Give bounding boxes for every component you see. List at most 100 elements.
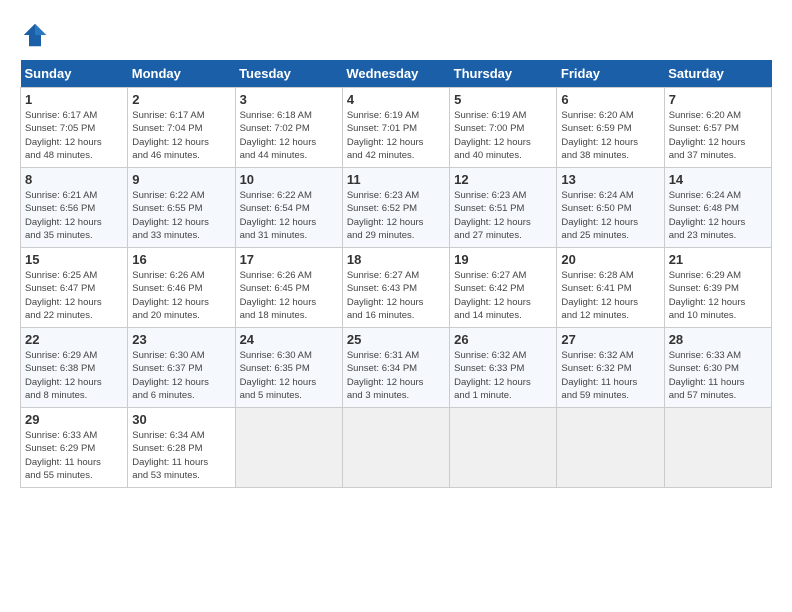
- day-number: 4: [347, 92, 445, 107]
- weekday-header-monday: Monday: [128, 60, 235, 88]
- calendar-cell: [235, 408, 342, 488]
- day-number: 3: [240, 92, 338, 107]
- day-info: Sunrise: 6:33 AM Sunset: 6:30 PM Dayligh…: [669, 349, 767, 402]
- day-info: Sunrise: 6:26 AM Sunset: 6:45 PM Dayligh…: [240, 269, 338, 322]
- day-info: Sunrise: 6:24 AM Sunset: 6:48 PM Dayligh…: [669, 189, 767, 242]
- calendar-cell: 1 Sunrise: 6:17 AM Sunset: 7:05 PM Daylig…: [21, 88, 128, 168]
- calendar-cell: 14 Sunrise: 6:24 AM Sunset: 6:48 PM Dayli…: [664, 168, 771, 248]
- day-number: 16: [132, 252, 230, 267]
- day-number: 21: [669, 252, 767, 267]
- calendar-cell: 17 Sunrise: 6:26 AM Sunset: 6:45 PM Dayli…: [235, 248, 342, 328]
- calendar-cell: 29 Sunrise: 6:33 AM Sunset: 6:29 PM Dayli…: [21, 408, 128, 488]
- calendar-cell: 18 Sunrise: 6:27 AM Sunset: 6:43 PM Dayli…: [342, 248, 449, 328]
- day-number: 22: [25, 332, 123, 347]
- calendar-week-3: 15 Sunrise: 6:25 AM Sunset: 6:47 PM Dayli…: [21, 248, 772, 328]
- day-info: Sunrise: 6:20 AM Sunset: 6:57 PM Dayligh…: [669, 109, 767, 162]
- day-info: Sunrise: 6:28 AM Sunset: 6:41 PM Dayligh…: [561, 269, 659, 322]
- day-number: 8: [25, 172, 123, 187]
- day-info: Sunrise: 6:19 AM Sunset: 7:01 PM Dayligh…: [347, 109, 445, 162]
- calendar-cell: 12 Sunrise: 6:23 AM Sunset: 6:51 PM Dayli…: [450, 168, 557, 248]
- calendar-cell: 26 Sunrise: 6:32 AM Sunset: 6:33 PM Dayli…: [450, 328, 557, 408]
- calendar-cell: 23 Sunrise: 6:30 AM Sunset: 6:37 PM Dayli…: [128, 328, 235, 408]
- day-info: Sunrise: 6:32 AM Sunset: 6:33 PM Dayligh…: [454, 349, 552, 402]
- day-number: 25: [347, 332, 445, 347]
- weekday-header-sunday: Sunday: [21, 60, 128, 88]
- day-info: Sunrise: 6:23 AM Sunset: 6:51 PM Dayligh…: [454, 189, 552, 242]
- day-info: Sunrise: 6:24 AM Sunset: 6:50 PM Dayligh…: [561, 189, 659, 242]
- calendar-cell: 27 Sunrise: 6:32 AM Sunset: 6:32 PM Dayli…: [557, 328, 664, 408]
- calendar-cell: [664, 408, 771, 488]
- day-info: Sunrise: 6:29 AM Sunset: 6:38 PM Dayligh…: [25, 349, 123, 402]
- day-number: 13: [561, 172, 659, 187]
- calendar-cell: [342, 408, 449, 488]
- calendar-cell: 24 Sunrise: 6:30 AM Sunset: 6:35 PM Dayli…: [235, 328, 342, 408]
- day-info: Sunrise: 6:18 AM Sunset: 7:02 PM Dayligh…: [240, 109, 338, 162]
- day-info: Sunrise: 6:23 AM Sunset: 6:52 PM Dayligh…: [347, 189, 445, 242]
- day-info: Sunrise: 6:31 AM Sunset: 6:34 PM Dayligh…: [347, 349, 445, 402]
- day-number: 1: [25, 92, 123, 107]
- day-info: Sunrise: 6:30 AM Sunset: 6:37 PM Dayligh…: [132, 349, 230, 402]
- day-info: Sunrise: 6:33 AM Sunset: 6:29 PM Dayligh…: [25, 429, 123, 482]
- calendar-cell: 6 Sunrise: 6:20 AM Sunset: 6:59 PM Daylig…: [557, 88, 664, 168]
- day-number: 10: [240, 172, 338, 187]
- weekday-header-wednesday: Wednesday: [342, 60, 449, 88]
- day-info: Sunrise: 6:20 AM Sunset: 6:59 PM Dayligh…: [561, 109, 659, 162]
- day-number: 27: [561, 332, 659, 347]
- calendar-cell: 8Sunrise: 6:21 AM Sunset: 6:56 PM Daylig…: [21, 168, 128, 248]
- day-info: Sunrise: 6:30 AM Sunset: 6:35 PM Dayligh…: [240, 349, 338, 402]
- day-number: 24: [240, 332, 338, 347]
- logo: [20, 20, 54, 50]
- calendar-cell: 2 Sunrise: 6:17 AM Sunset: 7:04 PM Daylig…: [128, 88, 235, 168]
- calendar-cell: 19 Sunrise: 6:27 AM Sunset: 6:42 PM Dayli…: [450, 248, 557, 328]
- calendar-cell: 4 Sunrise: 6:19 AM Sunset: 7:01 PM Daylig…: [342, 88, 449, 168]
- calendar-cell: 22 Sunrise: 6:29 AM Sunset: 6:38 PM Dayli…: [21, 328, 128, 408]
- calendar-week-2: 8Sunrise: 6:21 AM Sunset: 6:56 PM Daylig…: [21, 168, 772, 248]
- day-info: Sunrise: 6:17 AM Sunset: 7:05 PM Dayligh…: [25, 109, 123, 162]
- calendar-cell: [450, 408, 557, 488]
- calendar-cell: 30 Sunrise: 6:34 AM Sunset: 6:28 PM Dayli…: [128, 408, 235, 488]
- calendar-cell: 21 Sunrise: 6:29 AM Sunset: 6:39 PM Dayli…: [664, 248, 771, 328]
- calendar-cell: 20Sunrise: 6:28 AM Sunset: 6:41 PM Dayli…: [557, 248, 664, 328]
- day-info: Sunrise: 6:25 AM Sunset: 6:47 PM Dayligh…: [25, 269, 123, 322]
- day-number: 15: [25, 252, 123, 267]
- day-number: 9: [132, 172, 230, 187]
- calendar-table: SundayMondayTuesdayWednesdayThursdayFrid…: [20, 60, 772, 488]
- calendar-cell: 13 Sunrise: 6:24 AM Sunset: 6:50 PM Dayli…: [557, 168, 664, 248]
- day-number: 2: [132, 92, 230, 107]
- day-number: 23: [132, 332, 230, 347]
- day-info: Sunrise: 6:34 AM Sunset: 6:28 PM Dayligh…: [132, 429, 230, 482]
- page-header: [20, 20, 772, 50]
- calendar-cell: 10 Sunrise: 6:22 AM Sunset: 6:54 PM Dayli…: [235, 168, 342, 248]
- calendar-cell: 3 Sunrise: 6:18 AM Sunset: 7:02 PM Daylig…: [235, 88, 342, 168]
- day-info: Sunrise: 6:27 AM Sunset: 6:42 PM Dayligh…: [454, 269, 552, 322]
- day-info: Sunrise: 6:32 AM Sunset: 6:32 PM Dayligh…: [561, 349, 659, 402]
- day-info: Sunrise: 6:22 AM Sunset: 6:54 PM Dayligh…: [240, 189, 338, 242]
- calendar-cell: 28Sunrise: 6:33 AM Sunset: 6:30 PM Dayli…: [664, 328, 771, 408]
- calendar-cell: 15 Sunrise: 6:25 AM Sunset: 6:47 PM Dayli…: [21, 248, 128, 328]
- weekday-header-saturday: Saturday: [664, 60, 771, 88]
- calendar-cell: 25 Sunrise: 6:31 AM Sunset: 6:34 PM Dayli…: [342, 328, 449, 408]
- calendar-cell: 16 Sunrise: 6:26 AM Sunset: 6:46 PM Dayli…: [128, 248, 235, 328]
- day-info: Sunrise: 6:19 AM Sunset: 7:00 PM Dayligh…: [454, 109, 552, 162]
- day-number: 26: [454, 332, 552, 347]
- day-info: Sunrise: 6:29 AM Sunset: 6:39 PM Dayligh…: [669, 269, 767, 322]
- day-number: 29: [25, 412, 123, 427]
- day-number: 11: [347, 172, 445, 187]
- day-info: Sunrise: 6:17 AM Sunset: 7:04 PM Dayligh…: [132, 109, 230, 162]
- day-number: 17: [240, 252, 338, 267]
- day-number: 19: [454, 252, 552, 267]
- day-number: 6: [561, 92, 659, 107]
- day-number: 30: [132, 412, 230, 427]
- day-number: 14: [669, 172, 767, 187]
- day-number: 12: [454, 172, 552, 187]
- day-info: Sunrise: 6:26 AM Sunset: 6:46 PM Dayligh…: [132, 269, 230, 322]
- day-info: Sunrise: 6:27 AM Sunset: 6:43 PM Dayligh…: [347, 269, 445, 322]
- weekday-header-row: SundayMondayTuesdayWednesdayThursdayFrid…: [21, 60, 772, 88]
- day-number: 7: [669, 92, 767, 107]
- calendar-cell: 5 Sunrise: 6:19 AM Sunset: 7:00 PM Daylig…: [450, 88, 557, 168]
- calendar-week-5: 29 Sunrise: 6:33 AM Sunset: 6:29 PM Dayli…: [21, 408, 772, 488]
- day-number: 5: [454, 92, 552, 107]
- day-info: Sunrise: 6:22 AM Sunset: 6:55 PM Dayligh…: [132, 189, 230, 242]
- calendar-week-4: 22 Sunrise: 6:29 AM Sunset: 6:38 PM Dayli…: [21, 328, 772, 408]
- day-number: 18: [347, 252, 445, 267]
